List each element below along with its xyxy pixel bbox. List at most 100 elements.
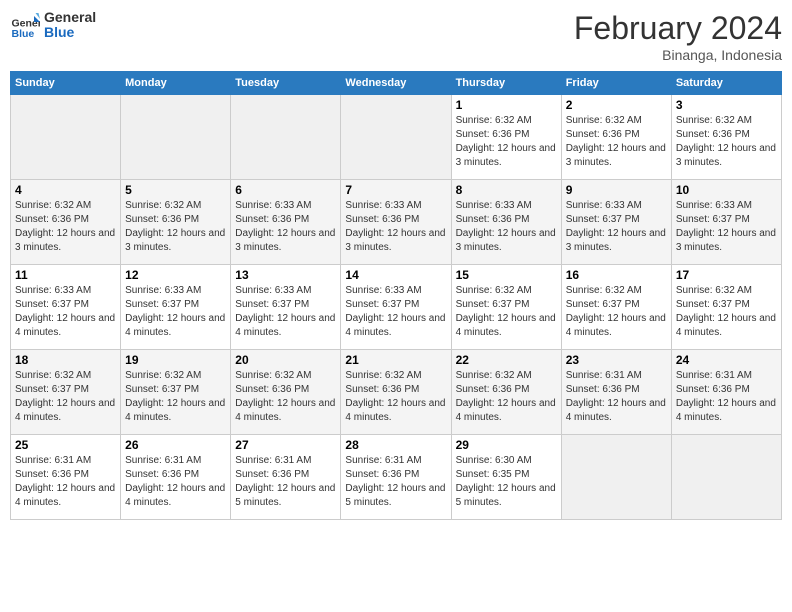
cell-info: Sunrise: 6:33 AMSunset: 6:37 PMDaylight:… (345, 284, 446, 340)
day-header-friday: Friday (561, 72, 671, 95)
day-header-sunday: Sunday (11, 72, 121, 95)
page-header: General Blue General Blue February 2024 … (10, 10, 782, 63)
logo-name-general: General (44, 10, 96, 25)
cell-info: Sunrise: 6:31 AMSunset: 6:36 PMDaylight:… (345, 454, 446, 510)
calendar-header-row: SundayMondayTuesdayWednesdayThursdayFrid… (11, 72, 782, 95)
cell-info: Sunrise: 6:30 AMSunset: 6:35 PMDaylight:… (456, 454, 557, 510)
calendar-week-2: 4 Sunrise: 6:32 AMSunset: 6:36 PMDaylight… (11, 180, 782, 265)
day-number: 22 (456, 353, 557, 367)
day-header-monday: Monday (121, 72, 231, 95)
cell-info: Sunrise: 6:32 AMSunset: 6:36 PMDaylight:… (456, 114, 557, 170)
day-number: 14 (345, 268, 446, 282)
calendar-cell: 16 Sunrise: 6:32 AMSunset: 6:37 PMDayligh… (561, 265, 671, 350)
day-header-thursday: Thursday (451, 72, 561, 95)
cell-info: Sunrise: 6:31 AMSunset: 6:36 PMDaylight:… (566, 369, 667, 425)
day-number: 18 (15, 353, 116, 367)
calendar-cell: 6 Sunrise: 6:33 AMSunset: 6:36 PMDaylight… (231, 180, 341, 265)
calendar-cell: 22 Sunrise: 6:32 AMSunset: 6:36 PMDayligh… (451, 350, 561, 435)
cell-info: Sunrise: 6:32 AMSunset: 6:36 PMDaylight:… (345, 369, 446, 425)
day-header-wednesday: Wednesday (341, 72, 451, 95)
calendar-cell: 1Sunrise: 6:32 AMSunset: 6:36 PMDaylight… (451, 95, 561, 180)
day-number: 5 (125, 183, 226, 197)
calendar-cell: 23 Sunrise: 6:31 AMSunset: 6:36 PMDayligh… (561, 350, 671, 435)
day-number: 12 (125, 268, 226, 282)
day-number: 8 (456, 183, 557, 197)
calendar-cell (121, 95, 231, 180)
calendar-cell: 21 Sunrise: 6:32 AMSunset: 6:36 PMDayligh… (341, 350, 451, 435)
cell-info: Sunrise: 6:32 AMSunset: 6:37 PMDaylight:… (456, 284, 557, 340)
calendar-cell: 29 Sunrise: 6:30 AMSunset: 6:35 PMDayligh… (451, 435, 561, 520)
day-number: 7 (345, 183, 446, 197)
day-number: 21 (345, 353, 446, 367)
calendar-cell: 8 Sunrise: 6:33 AMSunset: 6:36 PMDaylight… (451, 180, 561, 265)
calendar-cell: 25 Sunrise: 6:31 AMSunset: 6:36 PMDayligh… (11, 435, 121, 520)
day-number: 4 (15, 183, 116, 197)
calendar-cell: 12Sunrise: 6:33 AMSunset: 6:37 PMDayligh… (121, 265, 231, 350)
day-number: 28 (345, 438, 446, 452)
cell-info: Sunrise: 6:32 AMSunset: 6:36 PMDaylight:… (566, 114, 667, 170)
calendar-cell: 7Sunrise: 6:33 AMSunset: 6:36 PMDaylight… (341, 180, 451, 265)
day-number: 16 (566, 268, 667, 282)
day-number: 24 (676, 353, 777, 367)
calendar-cell (231, 95, 341, 180)
day-number: 3 (676, 98, 777, 112)
logo-icon: General Blue (10, 10, 40, 40)
calendar-table: SundayMondayTuesdayWednesdayThursdayFrid… (10, 71, 782, 520)
logo: General Blue General Blue (10, 10, 96, 41)
calendar-cell (671, 435, 781, 520)
day-header-tuesday: Tuesday (231, 72, 341, 95)
day-number: 23 (566, 353, 667, 367)
calendar-week-5: 25 Sunrise: 6:31 AMSunset: 6:36 PMDayligh… (11, 435, 782, 520)
calendar-cell: 17 Sunrise: 6:32 AMSunset: 6:37 PMDayligh… (671, 265, 781, 350)
day-number: 27 (235, 438, 336, 452)
cell-info: Sunrise: 6:31 AMSunset: 6:36 PMDaylight:… (15, 454, 116, 510)
cell-info: Sunrise: 6:32 AMSunset: 6:36 PMDaylight:… (15, 199, 116, 255)
calendar-week-4: 18 Sunrise: 6:32 AMSunset: 6:37 PMDayligh… (11, 350, 782, 435)
cell-info: Sunrise: 6:33 AMSunset: 6:36 PMDaylight:… (235, 199, 336, 255)
cell-info: Sunrise: 6:32 AMSunset: 6:36 PMDaylight:… (125, 199, 226, 255)
day-number: 29 (456, 438, 557, 452)
title-block: February 2024 Binanga, Indonesia (574, 10, 782, 63)
cell-info: Sunrise: 6:31 AMSunset: 6:36 PMDaylight:… (125, 454, 226, 510)
location: Binanga, Indonesia (574, 47, 782, 63)
day-number: 11 (15, 268, 116, 282)
month-title: February 2024 (574, 10, 782, 47)
cell-info: Sunrise: 6:32 AMSunset: 6:36 PMDaylight:… (456, 369, 557, 425)
calendar-week-1: 1Sunrise: 6:32 AMSunset: 6:36 PMDaylight… (11, 95, 782, 180)
day-header-saturday: Saturday (671, 72, 781, 95)
calendar-cell: 24 Sunrise: 6:31 AMSunset: 6:36 PMDayligh… (671, 350, 781, 435)
calendar-cell: 14 Sunrise: 6:33 AMSunset: 6:37 PMDayligh… (341, 265, 451, 350)
cell-info: Sunrise: 6:32 AMSunset: 6:37 PMDaylight:… (125, 369, 226, 425)
calendar-cell: 28 Sunrise: 6:31 AMSunset: 6:36 PMDayligh… (341, 435, 451, 520)
cell-info: Sunrise: 6:32 AMSunset: 6:36 PMDaylight:… (235, 369, 336, 425)
cell-info: Sunrise: 6:31 AMSunset: 6:36 PMDaylight:… (676, 369, 777, 425)
calendar-cell: 13Sunrise: 6:33 AMSunset: 6:37 PMDayligh… (231, 265, 341, 350)
cell-info: Sunrise: 6:32 AMSunset: 6:37 PMDaylight:… (676, 284, 777, 340)
cell-info: Sunrise: 6:33 AMSunset: 6:36 PMDaylight:… (456, 199, 557, 255)
day-number: 6 (235, 183, 336, 197)
calendar-cell: 15Sunrise: 6:32 AMSunset: 6:37 PMDayligh… (451, 265, 561, 350)
day-number: 25 (15, 438, 116, 452)
day-number: 2 (566, 98, 667, 112)
day-number: 19 (125, 353, 226, 367)
cell-info: Sunrise: 6:31 AMSunset: 6:36 PMDaylight:… (235, 454, 336, 510)
calendar-cell: 9 Sunrise: 6:33 AMSunset: 6:37 PMDaylight… (561, 180, 671, 265)
cell-info: Sunrise: 6:32 AMSunset: 6:37 PMDaylight:… (566, 284, 667, 340)
day-number: 17 (676, 268, 777, 282)
calendar-cell: 5 Sunrise: 6:32 AMSunset: 6:36 PMDaylight… (121, 180, 231, 265)
svg-text:Blue: Blue (12, 28, 35, 40)
calendar-week-3: 11 Sunrise: 6:33 AMSunset: 6:37 PMDayligh… (11, 265, 782, 350)
day-number: 20 (235, 353, 336, 367)
day-number: 9 (566, 183, 667, 197)
cell-info: Sunrise: 6:33 AMSunset: 6:37 PMDaylight:… (15, 284, 116, 340)
calendar-cell: 27 Sunrise: 6:31 AMSunset: 6:36 PMDayligh… (231, 435, 341, 520)
calendar-cell (561, 435, 671, 520)
calendar-cell: 19 Sunrise: 6:32 AMSunset: 6:37 PMDayligh… (121, 350, 231, 435)
cell-info: Sunrise: 6:33 AMSunset: 6:37 PMDaylight:… (566, 199, 667, 255)
day-number: 13 (235, 268, 336, 282)
cell-info: Sunrise: 6:32 AMSunset: 6:36 PMDaylight:… (676, 114, 777, 170)
day-number: 26 (125, 438, 226, 452)
calendar-cell: 11 Sunrise: 6:33 AMSunset: 6:37 PMDayligh… (11, 265, 121, 350)
calendar-cell: 4 Sunrise: 6:32 AMSunset: 6:36 PMDaylight… (11, 180, 121, 265)
calendar-cell: 2 Sunrise: 6:32 AMSunset: 6:36 PMDaylight… (561, 95, 671, 180)
